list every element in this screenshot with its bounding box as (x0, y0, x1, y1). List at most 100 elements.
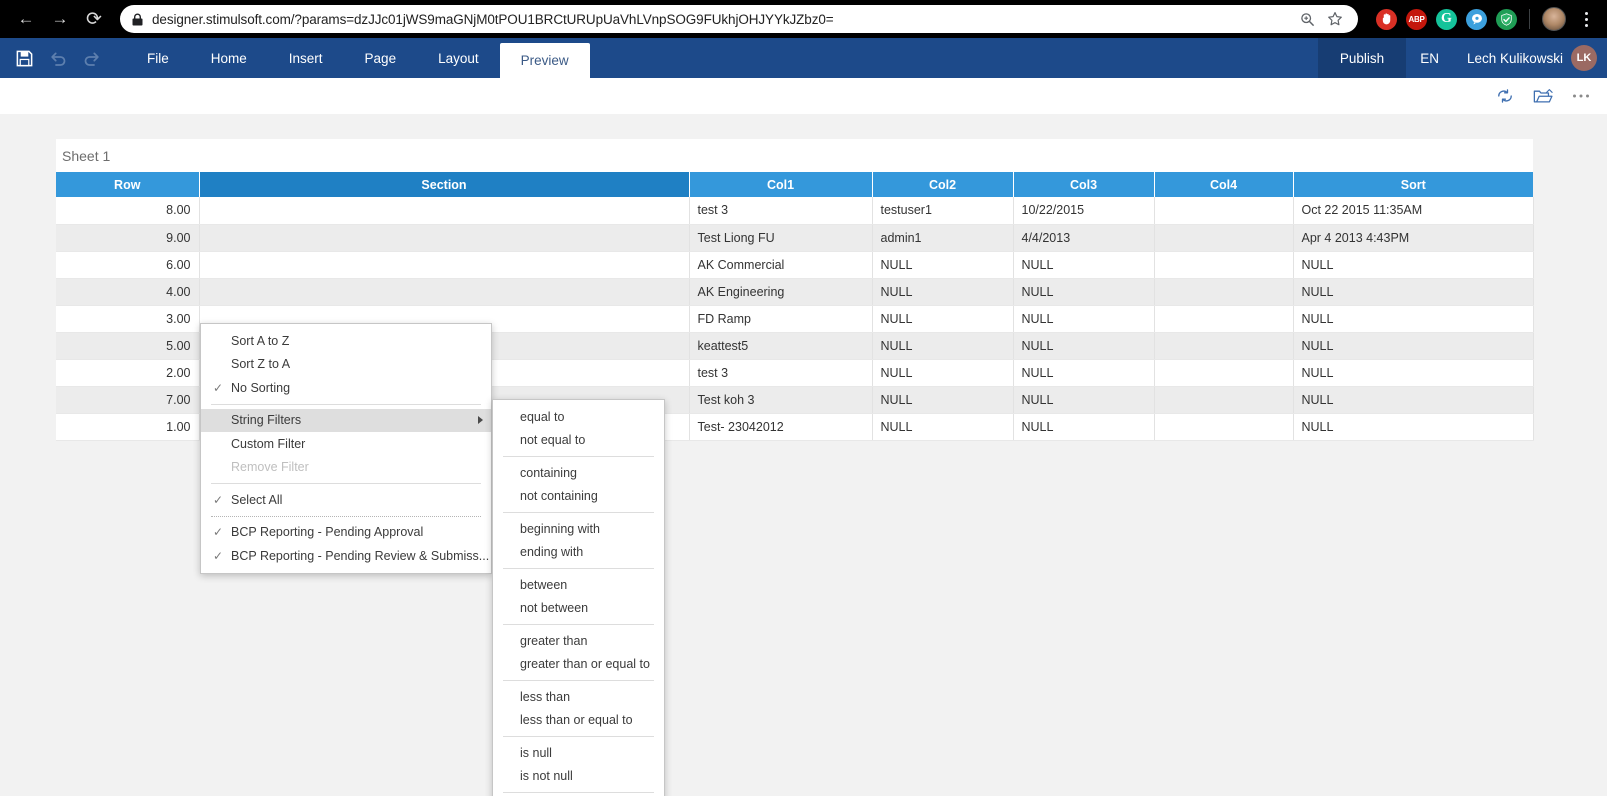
browser-toolbar: ← → ⟳ designer.stimulsoft.com/?params=dz… (0, 0, 1607, 38)
submenu-item-less-than-or-equal-to[interactable]: less than or equal to (493, 709, 664, 733)
submenu-item-is-not-null[interactable]: is not null (493, 765, 664, 789)
menu-item-custom-filter[interactable]: Custom Filter (201, 432, 491, 456)
menu-item-label: not equal to (520, 433, 586, 448)
submenu-item-beginning-with[interactable]: beginning with (493, 517, 664, 541)
column-header-col1[interactable]: Col1 (689, 172, 873, 197)
table-row[interactable]: 9.00 Test Liong FU admin1 4/4/2013 Apr 4… (56, 224, 1534, 252)
submenu-item-equal-to[interactable]: equal to (493, 405, 664, 429)
messenger-extension-icon[interactable] (1466, 8, 1487, 30)
submenu-item-greater-than-or-equal-to[interactable]: greater than or equal to (493, 653, 664, 677)
ribbon-tab-insert[interactable]: Insert (268, 38, 344, 78)
security-shield-extension-icon[interactable] (1496, 8, 1517, 30)
submenu-item-not-between[interactable]: not between (493, 597, 664, 621)
menu-item-filter-value-1[interactable]: ✓ BCP Reporting - Pending Review & Submi… (201, 544, 491, 568)
menu-item-filter-value-0[interactable]: ✓ BCP Reporting - Pending Approval (201, 521, 491, 545)
menu-separator (211, 403, 481, 405)
menu-item-label: is not null (520, 769, 573, 784)
menu-item-label: No Sorting (231, 380, 291, 395)
menu-separator-dotted (211, 515, 481, 517)
menu-item-select-all[interactable]: ✓ Select All (201, 488, 491, 512)
table-row[interactable]: 6.00 AK Commercial NULL NULL NULL (56, 251, 1534, 279)
cell-col4 (1154, 251, 1294, 279)
ribbon-quick-actions (0, 38, 108, 78)
ribbon-tab-label: Preview (520, 53, 569, 68)
submenu-item-greater-than[interactable]: greater than (493, 629, 664, 653)
adblock-plus-extension-icon[interactable]: ABP (1406, 8, 1427, 30)
menu-item-sort-z-to-a[interactable]: Sort Z to A (201, 353, 491, 377)
table-row[interactable]: 8.00 test 3 testuser1 10/22/2015 Oct 22 … (56, 197, 1534, 225)
table-row[interactable]: 4.00 AK Engineering NULL NULL NULL (56, 278, 1534, 306)
ribbon-tab-bar: File Home Insert Page Layout Preview (126, 38, 590, 78)
column-header-col4[interactable]: Col4 (1154, 172, 1294, 197)
back-icon[interactable]: ← (10, 3, 42, 35)
cell-col2: NULL (872, 359, 1014, 387)
cell-col2: testuser1 (872, 197, 1014, 225)
menu-item-label: Sort Z to A (231, 357, 291, 372)
cell-sort: Oct 22 2015 11:35AM (1293, 197, 1534, 225)
cell-sort: NULL (1293, 359, 1534, 387)
address-bar[interactable]: designer.stimulsoft.com/?params=dzJJc01j… (120, 5, 1358, 33)
cell-row: 1.00 (56, 413, 200, 441)
refresh-icon[interactable] (1493, 84, 1517, 108)
more-options-icon[interactable] (1569, 84, 1593, 108)
submenu-item-containing[interactable]: containing (493, 461, 664, 485)
cell-col1: test 3 (689, 197, 873, 225)
cell-row: 2.00 (56, 359, 200, 387)
zoom-in-icon[interactable] (1296, 8, 1318, 30)
submenu-item-not-containing[interactable]: not containing (493, 485, 664, 509)
cell-col3: 4/4/2013 (1013, 224, 1155, 252)
chevron-right-icon (478, 416, 483, 425)
check-icon: ✓ (213, 492, 224, 507)
cell-section (199, 251, 690, 279)
column-header-sort[interactable]: Sort (1293, 172, 1533, 197)
forward-icon[interactable]: → (44, 3, 76, 35)
column-header-section[interactable]: Section (199, 172, 690, 197)
column-header-row[interactable]: Row (56, 172, 200, 197)
undo-icon[interactable] (42, 38, 74, 78)
cell-sort: NULL (1293, 278, 1534, 306)
ribbon-tab-page[interactable]: Page (344, 38, 418, 78)
app-ribbon: File Home Insert Page Layout Preview Pub… (0, 38, 1607, 78)
menu-item-no-sorting[interactable]: ✓ No Sorting (201, 376, 491, 400)
menu-item-label: BCP Reporting - Pending Review & Submiss… (231, 548, 490, 563)
browser-nav-buttons: ← → ⟳ (10, 3, 110, 35)
column-header-label: Col4 (1209, 177, 1238, 192)
column-header-label: Section (421, 177, 467, 192)
ribbon-tab-home[interactable]: Home (190, 38, 268, 78)
submenu-item-ending-with[interactable]: ending with (493, 541, 664, 565)
profile-avatar[interactable] (1542, 7, 1566, 31)
reload-icon[interactable]: ⟳ (78, 3, 110, 35)
ribbon-tab-preview[interactable]: Preview (499, 43, 590, 78)
menu-separator (211, 483, 481, 484)
column-header-col3[interactable]: Col3 (1013, 172, 1155, 197)
avatar[interactable]: LK (1571, 45, 1597, 71)
ublock-origin-extension-icon[interactable] (1376, 8, 1397, 30)
grammarly-extension-icon[interactable]: G (1436, 8, 1457, 30)
language-label: EN (1420, 50, 1439, 66)
toolbar-divider (1529, 9, 1530, 29)
cell-row: 8.00 (56, 197, 200, 225)
submenu-item-between[interactable]: between (493, 573, 664, 597)
cell-section (199, 278, 690, 306)
ribbon-tab-file[interactable]: File (126, 38, 190, 78)
bookmark-star-icon[interactable] (1324, 8, 1346, 30)
ribbon-tab-layout[interactable]: Layout (417, 38, 500, 78)
ribbon-tab-label: Page (364, 50, 397, 66)
menu-item-string-filters[interactable]: String Filters (201, 408, 491, 432)
menu-item-sort-a-to-z[interactable]: Sort A to Z (201, 329, 491, 353)
submenu-item-not-equal-to[interactable]: not equal to (493, 429, 664, 453)
cell-row: 7.00 (56, 386, 200, 414)
language-selector[interactable]: EN (1406, 38, 1453, 78)
submenu-item-less-than[interactable]: less than (493, 685, 664, 709)
chrome-menu-icon[interactable] (1575, 7, 1597, 31)
save-icon[interactable] (8, 38, 40, 78)
menu-item-label: Custom Filter (231, 436, 306, 451)
publish-button[interactable]: Publish (1317, 38, 1407, 78)
redo-icon[interactable] (76, 38, 108, 78)
column-header-col2[interactable]: Col2 (872, 172, 1014, 197)
submenu-item-is-null[interactable]: is null (493, 741, 664, 765)
user-menu[interactable]: Lech Kulikowski (1453, 38, 1571, 78)
open-folder-icon[interactable] (1531, 84, 1555, 108)
cell-col1: Test koh 3 (689, 386, 873, 414)
menu-item-label: beginning with (520, 521, 600, 536)
